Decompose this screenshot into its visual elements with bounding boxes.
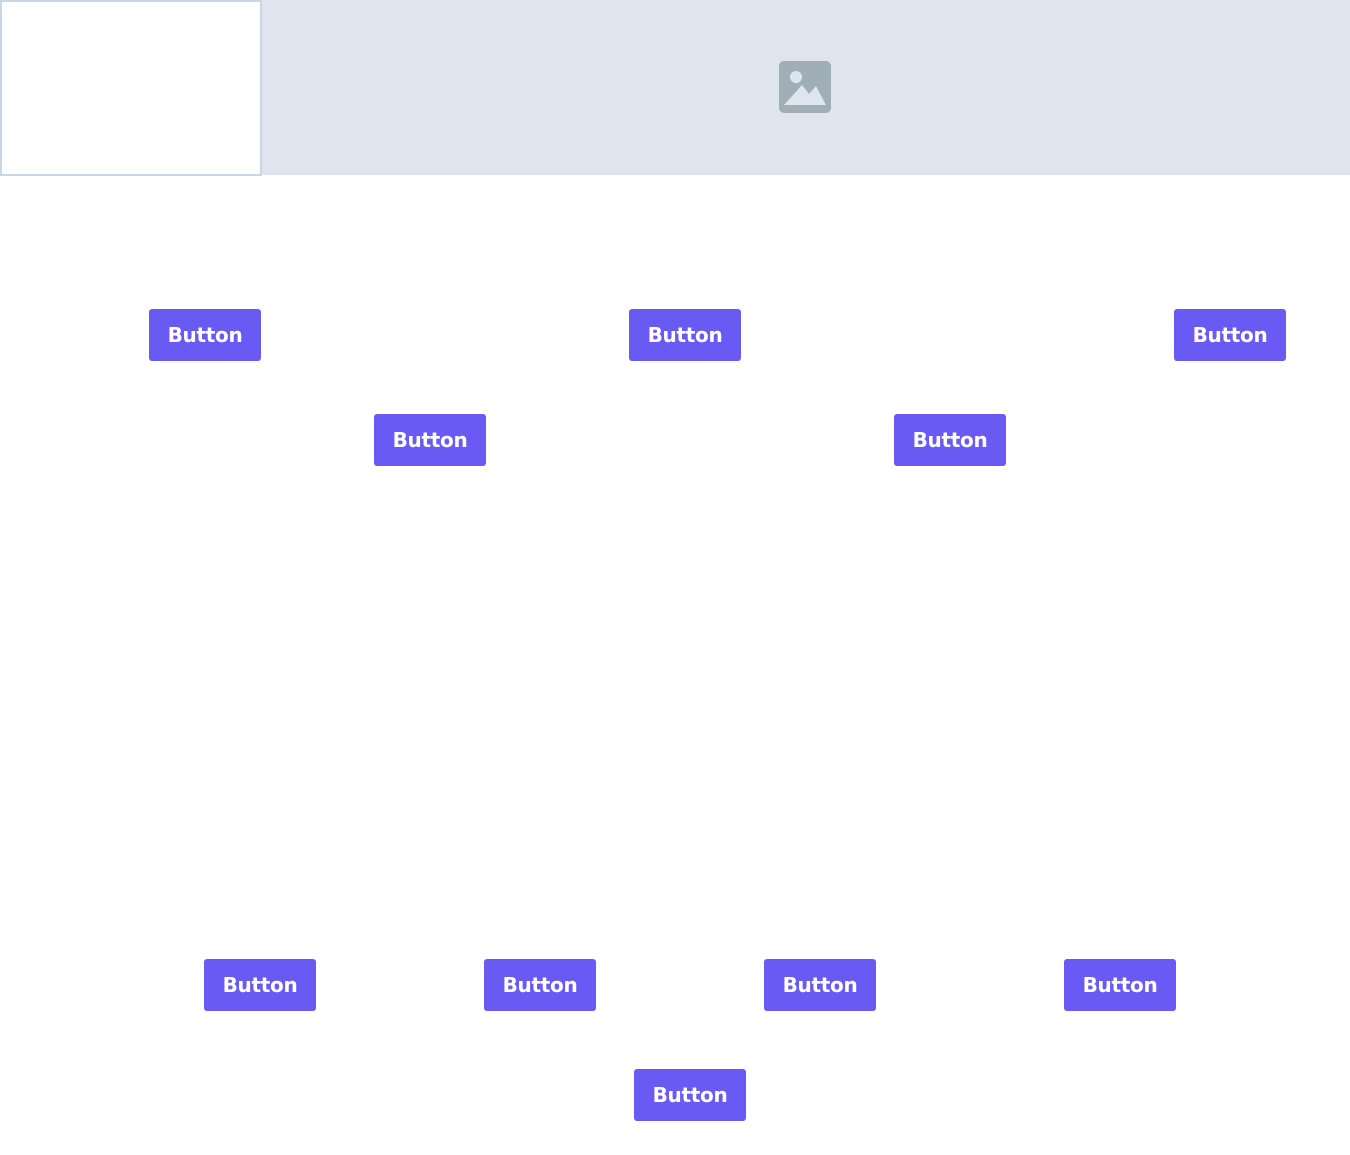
button-7[interactable]: Button (484, 959, 596, 1011)
button-2[interactable]: Button (629, 309, 741, 361)
button-8[interactable]: Button (764, 959, 876, 1011)
button-3[interactable]: Button (1174, 309, 1286, 361)
button-9[interactable]: Button (1064, 959, 1176, 1011)
button-4[interactable]: Button (374, 414, 486, 466)
button-1[interactable]: Button (149, 309, 261, 361)
button-6[interactable]: Button (204, 959, 316, 1011)
button-5[interactable]: Button (894, 414, 1006, 466)
image-icon (779, 61, 831, 113)
header-white-panel (0, 0, 262, 176)
button-10[interactable]: Button (634, 1069, 746, 1121)
